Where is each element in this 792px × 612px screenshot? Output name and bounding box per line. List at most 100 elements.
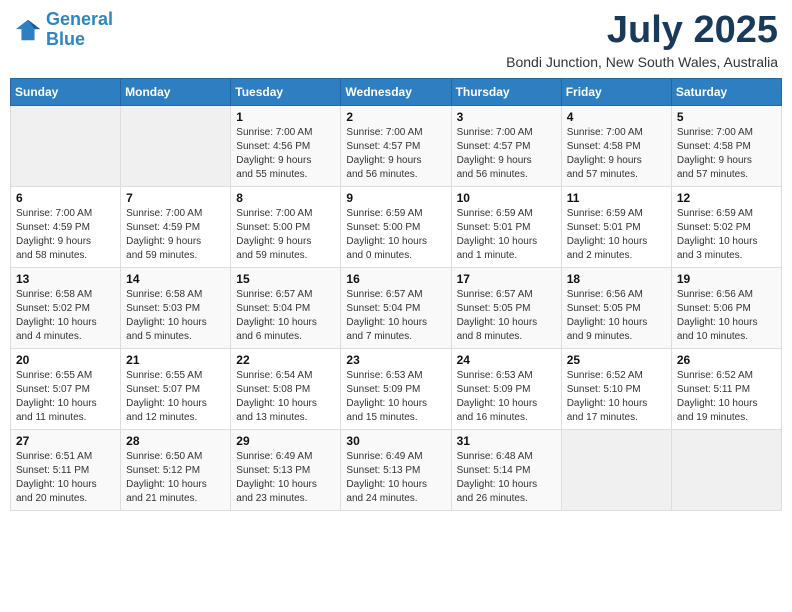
day-info: Sunrise: 6:54 AM Sunset: 5:08 PM Dayligh…: [236, 369, 335, 425]
calendar-cell: 29Sunrise: 6:49 AM Sunset: 5:13 PM Dayli…: [231, 429, 341, 510]
day-info: Sunrise: 6:49 AM Sunset: 5:13 PM Dayligh…: [346, 450, 445, 506]
day-number: 25: [567, 353, 666, 367]
day-number: 23: [346, 353, 445, 367]
day-info: Sunrise: 7:00 AM Sunset: 4:58 PM Dayligh…: [677, 126, 776, 182]
calendar-cell: 4 Sunrise: 7:00 AM Sunset: 4:58 PM Daylig…: [561, 105, 671, 186]
calendar-cell: 10 Sunrise: 6:59 AM Sunset: 5:01 PM Dayli…: [451, 186, 561, 267]
calendar-cell: 23Sunrise: 6:53 AM Sunset: 5:09 PM Dayli…: [341, 348, 451, 429]
day-number: 3: [457, 110, 556, 124]
day-info: Sunrise: 7:00 AM Sunset: 4:57 PM Dayligh…: [457, 126, 556, 182]
logo-icon: [14, 16, 42, 44]
calendar-cell: 31 Sunrise: 6:48 AM Sunset: 5:14 PM Dayli…: [451, 429, 561, 510]
day-number: 18: [567, 272, 666, 286]
day-info: Sunrise: 7:00 AM Sunset: 5:00 PM Dayligh…: [236, 207, 335, 263]
calendar-cell: 25 Sunrise: 6:52 AM Sunset: 5:10 PM Dayli…: [561, 348, 671, 429]
calendar-week-row: 1 Sunrise: 7:00 AM Sunset: 4:56 PM Daylig…: [11, 105, 782, 186]
day-number: 11: [567, 191, 666, 205]
calendar-cell: 27Sunrise: 6:51 AM Sunset: 5:11 PM Dayli…: [11, 429, 121, 510]
calendar-cell: 8 Sunrise: 7:00 AM Sunset: 5:00 PM Daylig…: [231, 186, 341, 267]
calendar-cell: 26 Sunrise: 6:52 AM Sunset: 5:11 PM Dayli…: [671, 348, 781, 429]
calendar-cell: [561, 429, 671, 510]
day-info: Sunrise: 6:52 AM Sunset: 5:11 PM Dayligh…: [677, 369, 776, 425]
day-info: Sunrise: 6:59 AM Sunset: 5:00 PM Dayligh…: [346, 207, 445, 263]
day-info: Sunrise: 6:57 AM Sunset: 5:05 PM Dayligh…: [457, 288, 556, 344]
day-info: Sunrise: 6:59 AM Sunset: 5:02 PM Dayligh…: [677, 207, 776, 263]
calendar-header-row: SundayMondayTuesdayWednesdayThursdayFrid…: [11, 78, 782, 105]
calendar-cell: 28 Sunrise: 6:50 AM Sunset: 5:12 PM Dayli…: [121, 429, 231, 510]
day-info: Sunrise: 6:52 AM Sunset: 5:10 PM Dayligh…: [567, 369, 666, 425]
column-header-monday: Monday: [121, 78, 231, 105]
column-header-friday: Friday: [561, 78, 671, 105]
calendar-cell: 13 Sunrise: 6:58 AM Sunset: 5:02 PM Dayli…: [11, 267, 121, 348]
calendar-cell: 6 Sunrise: 7:00 AM Sunset: 4:59 PM Daylig…: [11, 186, 121, 267]
location-subtitle: Bondi Junction, New South Wales, Austral…: [506, 54, 778, 70]
calendar-cell: 16Sunrise: 6:57 AM Sunset: 5:04 PM Dayli…: [341, 267, 451, 348]
day-info: Sunrise: 7:00 AM Sunset: 4:58 PM Dayligh…: [567, 126, 666, 182]
day-info: Sunrise: 7:00 AM Sunset: 4:59 PM Dayligh…: [16, 207, 115, 263]
day-number: 13: [16, 272, 115, 286]
day-number: 8: [236, 191, 335, 205]
calendar-cell: 19 Sunrise: 6:56 AM Sunset: 5:06 PM Dayli…: [671, 267, 781, 348]
calendar-cell: 20 Sunrise: 6:55 AM Sunset: 5:07 PM Dayli…: [11, 348, 121, 429]
day-info: Sunrise: 6:55 AM Sunset: 5:07 PM Dayligh…: [16, 369, 115, 425]
page-header: General Blue July 2025 Bondi Junction, N…: [10, 10, 782, 70]
calendar-week-row: 20 Sunrise: 6:55 AM Sunset: 5:07 PM Dayli…: [11, 348, 782, 429]
day-info: Sunrise: 6:58 AM Sunset: 5:03 PM Dayligh…: [126, 288, 225, 344]
day-number: 20: [16, 353, 115, 367]
day-number: 28: [126, 434, 225, 448]
calendar-cell: 9 Sunrise: 6:59 AM Sunset: 5:00 PM Daylig…: [341, 186, 451, 267]
calendar-cell: [121, 105, 231, 186]
day-info: Sunrise: 6:57 AM Sunset: 5:04 PM Dayligh…: [236, 288, 335, 344]
calendar-cell: [11, 105, 121, 186]
column-header-tuesday: Tuesday: [231, 78, 341, 105]
calendar-cell: 5Sunrise: 7:00 AM Sunset: 4:58 PM Daylig…: [671, 105, 781, 186]
day-number: 6: [16, 191, 115, 205]
month-title: July 2025: [506, 10, 778, 52]
day-info: Sunrise: 6:48 AM Sunset: 5:14 PM Dayligh…: [457, 450, 556, 506]
column-header-wednesday: Wednesday: [341, 78, 451, 105]
calendar-cell: 7Sunrise: 7:00 AM Sunset: 4:59 PM Daylig…: [121, 186, 231, 267]
day-number: 1: [236, 110, 335, 124]
calendar-week-row: 27Sunrise: 6:51 AM Sunset: 5:11 PM Dayli…: [11, 429, 782, 510]
day-info: Sunrise: 7:00 AM Sunset: 4:56 PM Dayligh…: [236, 126, 335, 182]
day-number: 30: [346, 434, 445, 448]
day-info: Sunrise: 6:50 AM Sunset: 5:12 PM Dayligh…: [126, 450, 225, 506]
calendar-cell: 2Sunrise: 7:00 AM Sunset: 4:57 PM Daylig…: [341, 105, 451, 186]
day-info: Sunrise: 6:59 AM Sunset: 5:01 PM Dayligh…: [567, 207, 666, 263]
column-header-saturday: Saturday: [671, 78, 781, 105]
day-number: 4: [567, 110, 666, 124]
calendar-cell: 11 Sunrise: 6:59 AM Sunset: 5:01 PM Dayli…: [561, 186, 671, 267]
day-number: 24: [457, 353, 556, 367]
day-info: Sunrise: 6:49 AM Sunset: 5:13 PM Dayligh…: [236, 450, 335, 506]
title-block: July 2025 Bondi Junction, New South Wale…: [506, 10, 778, 70]
day-info: Sunrise: 6:56 AM Sunset: 5:05 PM Dayligh…: [567, 288, 666, 344]
day-number: 15: [236, 272, 335, 286]
calendar-cell: [671, 429, 781, 510]
calendar-cell: 22 Sunrise: 6:54 AM Sunset: 5:08 PM Dayli…: [231, 348, 341, 429]
day-info: Sunrise: 6:59 AM Sunset: 5:01 PM Dayligh…: [457, 207, 556, 263]
day-number: 10: [457, 191, 556, 205]
day-number: 26: [677, 353, 776, 367]
day-info: Sunrise: 6:58 AM Sunset: 5:02 PM Dayligh…: [16, 288, 115, 344]
day-number: 21: [126, 353, 225, 367]
day-number: 22: [236, 353, 335, 367]
calendar-cell: 24Sunrise: 6:53 AM Sunset: 5:09 PM Dayli…: [451, 348, 561, 429]
column-header-thursday: Thursday: [451, 78, 561, 105]
calendar-cell: 1 Sunrise: 7:00 AM Sunset: 4:56 PM Daylig…: [231, 105, 341, 186]
day-number: 31: [457, 434, 556, 448]
calendar-cell: 30 Sunrise: 6:49 AM Sunset: 5:13 PM Dayli…: [341, 429, 451, 510]
day-number: 17: [457, 272, 556, 286]
day-number: 9: [346, 191, 445, 205]
calendar-cell: 18 Sunrise: 6:56 AM Sunset: 5:05 PM Dayli…: [561, 267, 671, 348]
day-number: 19: [677, 272, 776, 286]
calendar-cell: 12Sunrise: 6:59 AM Sunset: 5:02 PM Dayli…: [671, 186, 781, 267]
day-info: Sunrise: 6:51 AM Sunset: 5:11 PM Dayligh…: [16, 450, 115, 506]
calendar-week-row: 13 Sunrise: 6:58 AM Sunset: 5:02 PM Dayli…: [11, 267, 782, 348]
calendar-cell: 15 Sunrise: 6:57 AM Sunset: 5:04 PM Dayli…: [231, 267, 341, 348]
calendar-cell: 14Sunrise: 6:58 AM Sunset: 5:03 PM Dayli…: [121, 267, 231, 348]
calendar-cell: 21Sunrise: 6:55 AM Sunset: 5:07 PM Dayli…: [121, 348, 231, 429]
day-info: Sunrise: 6:57 AM Sunset: 5:04 PM Dayligh…: [346, 288, 445, 344]
logo-text: General Blue: [46, 10, 113, 50]
calendar-week-row: 6 Sunrise: 7:00 AM Sunset: 4:59 PM Daylig…: [11, 186, 782, 267]
day-info: Sunrise: 6:56 AM Sunset: 5:06 PM Dayligh…: [677, 288, 776, 344]
